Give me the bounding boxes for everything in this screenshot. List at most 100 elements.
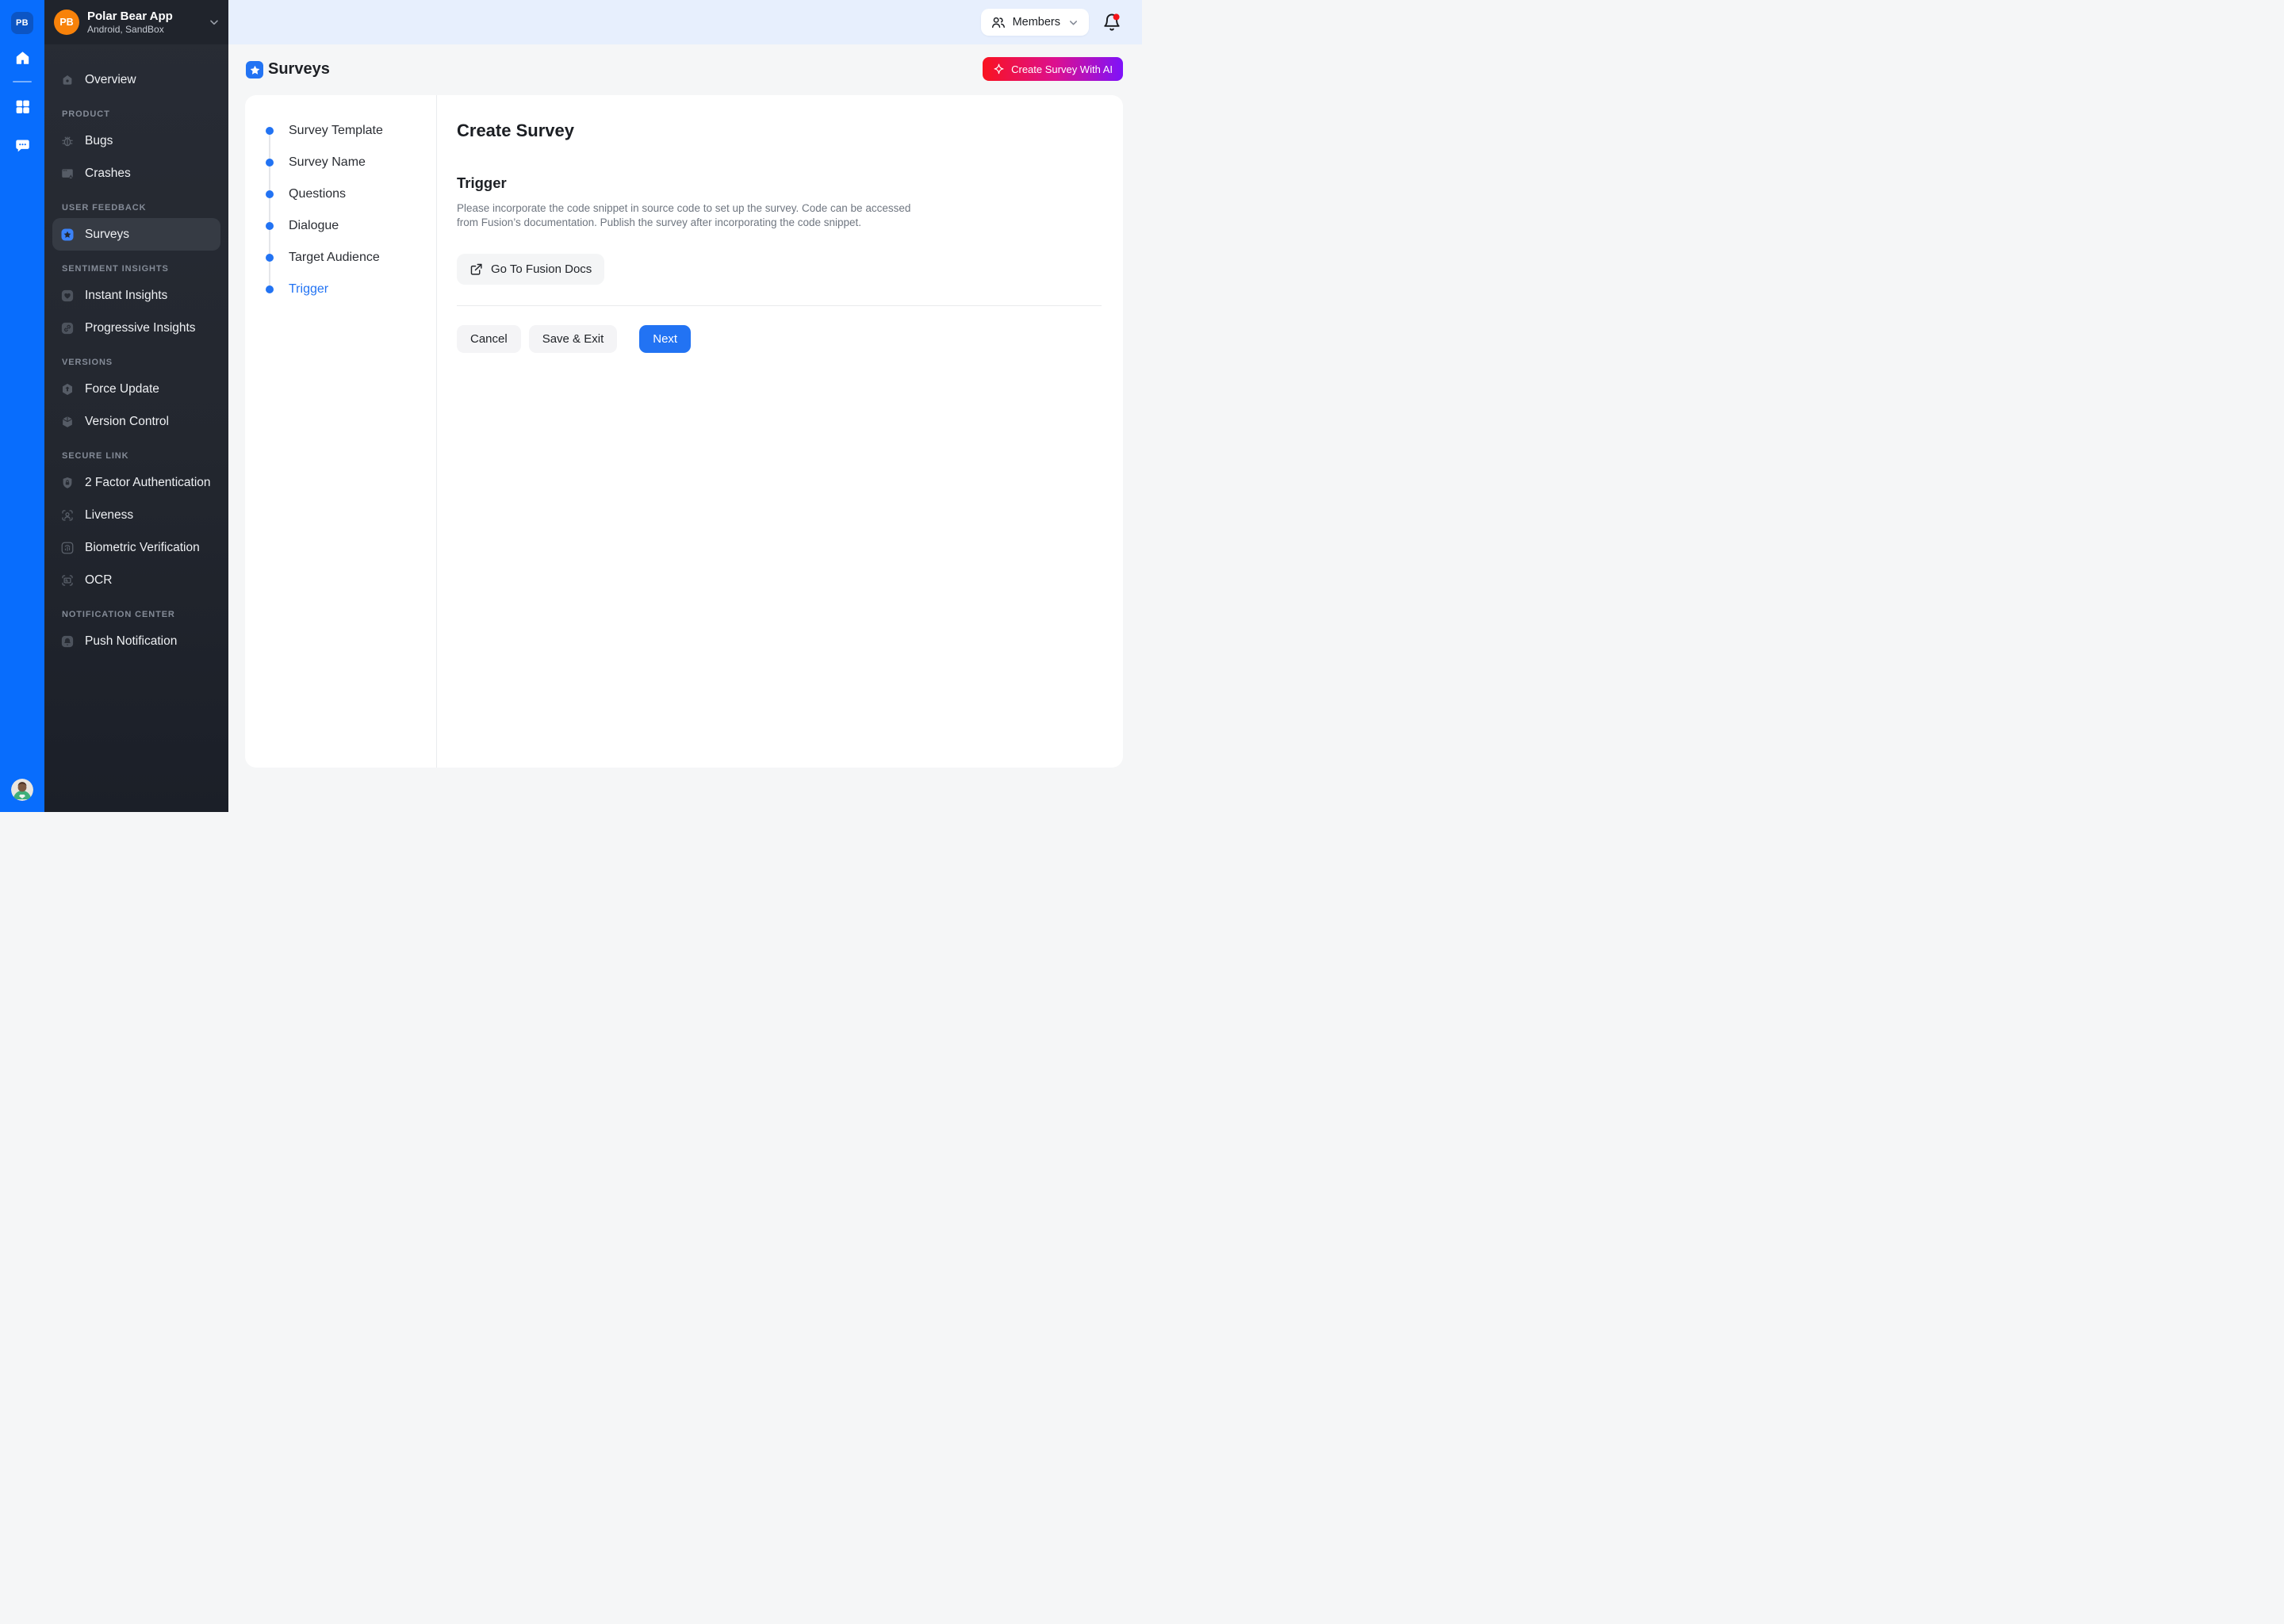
section-title-user-feedback: USER FEEDBACK — [62, 203, 219, 213]
notifications-button[interactable] — [1102, 13, 1121, 32]
members-label: Members — [1013, 16, 1060, 29]
section-title-secure-link: SECURE LINK — [62, 451, 219, 461]
section-divider — [457, 305, 1102, 306]
shield-lock-icon — [60, 476, 75, 490]
sidebar-item-label: Liveness — [85, 508, 133, 523]
next-button[interactable]: Next — [639, 325, 691, 353]
section-title-notification-center: NOTIFICATION CENTER — [62, 610, 219, 619]
sidebar-item-progressive-insights[interactable]: Progressive Insights — [52, 312, 220, 344]
sidebar: PB Polar Bear App Android, SandBox Overv… — [44, 0, 228, 812]
step-questions[interactable]: Questions — [245, 178, 436, 210]
bell-icon — [1102, 13, 1121, 32]
step-target-audience[interactable]: Target Audience — [245, 242, 436, 274]
wizard-heading: Create Survey — [457, 121, 1102, 141]
sidebar-item-label: Biometric Verification — [85, 541, 200, 555]
unread-dot — [1113, 13, 1120, 20]
sidebar-item-bugs[interactable]: Bugs — [52, 124, 220, 157]
link-icon — [60, 321, 75, 335]
cube-icon — [60, 415, 75, 429]
icon-rail: PB — [0, 0, 44, 812]
section-title-product: PRODUCT — [62, 109, 219, 119]
wizard-steps: Survey Template Survey Name Questions Di… — [245, 95, 437, 768]
bug-icon — [60, 134, 75, 148]
apps-grid-icon[interactable] — [0, 98, 44, 115]
workspace-badge[interactable]: PB — [11, 12, 33, 34]
app-subtitle: Android, SandBox — [87, 24, 208, 36]
trigger-description: Please incorporate the code snippet in s… — [457, 201, 926, 229]
app-switcher[interactable]: PB Polar Bear App Android, SandBox — [44, 0, 228, 44]
external-link-icon — [469, 262, 483, 276]
sidebar-item-force-update[interactable]: Force Update — [52, 373, 220, 405]
create-survey-card: Survey Template Survey Name Questions Di… — [245, 95, 1123, 768]
wizard-content: Create Survey Trigger Please incorporate… — [437, 95, 1123, 768]
create-survey-ai-label: Create Survey With AI — [1011, 63, 1113, 75]
sidebar-item-version-control[interactable]: Version Control — [52, 405, 220, 438]
home-icon[interactable] — [0, 50, 44, 67]
step-dot — [266, 222, 274, 230]
sidebar-item-label: Crashes — [85, 167, 131, 181]
page-title: Surveys — [268, 60, 330, 79]
app-window: PB PB Polar Bear App Android, SandBox — [0, 0, 1142, 812]
face-scan-icon — [60, 508, 75, 523]
chat-icon[interactable] — [0, 137, 44, 154]
sidebar-item-biometric-verification[interactable]: Biometric Verification — [52, 531, 220, 564]
sidebar-nav: Overview PRODUCT Bugs Crashes USER FEEDB… — [44, 44, 228, 657]
step-trigger[interactable]: Trigger — [245, 274, 436, 305]
surveys-star-icon — [246, 61, 263, 79]
sidebar-item-label: Surveys — [85, 228, 129, 242]
sidebar-item-crashes[interactable]: Crashes — [52, 157, 220, 190]
sidebar-item-surveys[interactable]: Surveys — [52, 218, 220, 251]
heart-icon — [60, 289, 75, 303]
sidebar-item-label: Push Notification — [85, 634, 177, 649]
crashes-icon — [60, 167, 75, 181]
go-to-fusion-docs-label: Go To Fusion Docs — [491, 262, 592, 276]
overview-icon — [60, 73, 75, 87]
section-title-versions: VERSIONS — [62, 358, 219, 367]
go-to-fusion-docs-button[interactable]: Go To Fusion Docs — [457, 254, 604, 285]
step-dialogue[interactable]: Dialogue — [245, 210, 436, 242]
sidebar-item-label: Overview — [85, 73, 136, 87]
sidebar-item-label: 2 Factor Authentication — [85, 476, 211, 490]
app-name: Polar Bear App — [87, 10, 208, 24]
sidebar-item-label: Progressive Insights — [85, 321, 196, 335]
sidebar-item-label: Version Control — [85, 415, 169, 429]
members-icon — [991, 15, 1006, 30]
sidebar-item-label: Force Update — [85, 382, 159, 396]
card-scan-icon — [60, 573, 75, 588]
step-survey-name[interactable]: Survey Name — [245, 147, 436, 178]
surveys-icon — [60, 228, 75, 242]
step-dot — [266, 254, 274, 262]
topbar: Members — [228, 0, 1142, 44]
chevron-down-icon — [208, 16, 220, 29]
step-dot — [266, 190, 274, 198]
sidebar-item-label: Instant Insights — [85, 289, 167, 303]
fingerprint-icon — [60, 541, 75, 555]
step-dot — [266, 159, 274, 167]
step-survey-template[interactable]: Survey Template — [245, 115, 436, 147]
wizard-actions: Cancel Save & Exit Next — [457, 325, 1102, 353]
sidebar-item-instant-insights[interactable]: Instant Insights — [52, 279, 220, 312]
cancel-button[interactable]: Cancel — [457, 325, 521, 353]
step-dot — [266, 285, 274, 293]
chevron-down-icon — [1067, 17, 1079, 29]
section-title-sentiment-insights: SENTIMENT INSIGHTS — [62, 264, 219, 274]
sparkle-icon — [993, 63, 1005, 75]
sidebar-item-overview[interactable]: Overview — [52, 63, 220, 96]
save-exit-button[interactable]: Save & Exit — [529, 325, 618, 353]
sidebar-item-2fa[interactable]: 2 Factor Authentication — [52, 466, 220, 499]
create-survey-ai-button[interactable]: Create Survey With AI — [983, 57, 1123, 81]
sidebar-item-liveness[interactable]: Liveness — [52, 499, 220, 531]
push-bell-icon — [60, 634, 75, 649]
sidebar-item-label: Bugs — [85, 134, 113, 148]
app-avatar: PB — [54, 10, 79, 35]
force-update-icon — [60, 382, 75, 396]
sidebar-item-ocr[interactable]: OCR — [52, 564, 220, 596]
user-avatar[interactable] — [11, 779, 33, 801]
trigger-section-title: Trigger — [457, 174, 1102, 192]
sidebar-item-label: OCR — [85, 573, 112, 588]
rail-divider — [13, 81, 32, 82]
page-header: Surveys Create Survey With AI — [228, 44, 1142, 95]
sidebar-item-push-notification[interactable]: Push Notification — [52, 625, 220, 657]
step-dot — [266, 127, 274, 135]
members-button[interactable]: Members — [981, 9, 1089, 36]
